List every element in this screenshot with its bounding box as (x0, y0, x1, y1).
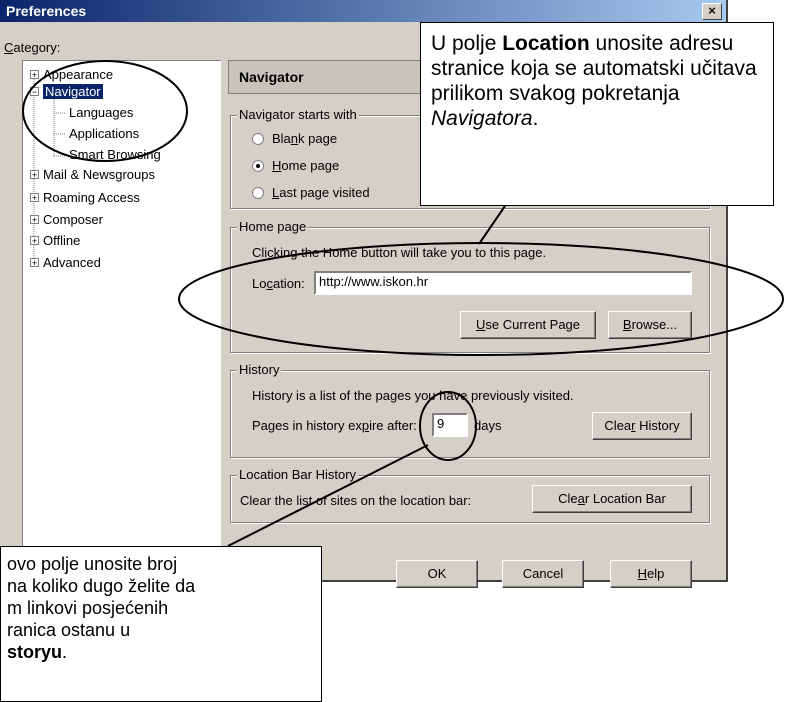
last-page-radio[interactable] (252, 187, 264, 199)
expand-icon[interactable]: + (30, 236, 39, 246)
days-input[interactable]: 9 (432, 413, 468, 437)
category-tree[interactable]: + Appearance − Navigator Languages Appli… (22, 60, 221, 583)
tree-item-applications[interactable]: Applications (69, 126, 139, 141)
history-callout: ovo polje unosite broj na koliko dugo že… (0, 546, 322, 702)
cancel-button[interactable]: Cancel (502, 560, 584, 588)
expand-icon[interactable]: + (30, 193, 39, 203)
location-callout: U polje Location unosite adresu stranice… (420, 22, 774, 206)
browse-button[interactable]: Browse... (608, 311, 692, 339)
expand-icon[interactable]: + (30, 215, 39, 225)
use-current-page-button[interactable]: Use Current Page (460, 311, 596, 339)
help-button[interactable]: Help (610, 560, 692, 588)
panel-title: Navigator (239, 69, 304, 85)
blank-page-radio[interactable] (252, 133, 264, 145)
window-title: Preferences (6, 3, 87, 19)
history-group-label: History (237, 362, 282, 377)
expand-icon[interactable]: + (30, 258, 39, 268)
expire-label: Pages in history expire after: (252, 418, 417, 433)
expand-icon[interactable]: + (30, 170, 39, 180)
clear-history-button[interactable]: Clear History (592, 412, 692, 440)
location-input[interactable]: http://www.iskon.hr (314, 271, 692, 295)
collapse-icon[interactable]: − (30, 87, 39, 97)
title-bar[interactable]: Preferences × (0, 0, 726, 22)
ok-button[interactable]: OK (396, 560, 478, 588)
home-page-radio[interactable] (252, 160, 264, 172)
blank-page-label[interactable]: Blank page (272, 131, 337, 146)
days-label: days (474, 418, 502, 433)
close-button[interactable]: × (702, 3, 722, 20)
category-label: Category: (4, 40, 61, 55)
home-page-group-label: Home page (237, 219, 309, 234)
last-page-label[interactable]: Last page visited (272, 185, 370, 200)
home-page-description: Clicking the Home button will take you t… (252, 245, 547, 260)
location-bar-description: Clear the list of sites on the location … (240, 493, 472, 508)
location-label: Location: (252, 276, 305, 291)
clear-location-bar-button[interactable]: Clear Location Bar (532, 485, 692, 513)
tree-item-languages[interactable]: Languages (69, 105, 133, 120)
home-page-label[interactable]: Home page (272, 158, 339, 173)
history-description: History is a list of the pages you have … (252, 388, 574, 403)
tree-item-smart-browsing[interactable]: Smart Browsing (69, 147, 161, 162)
starts-with-label: Navigator starts with (237, 107, 359, 122)
expand-icon[interactable]: + (30, 70, 39, 80)
location-bar-history-label: Location Bar History (237, 467, 359, 482)
